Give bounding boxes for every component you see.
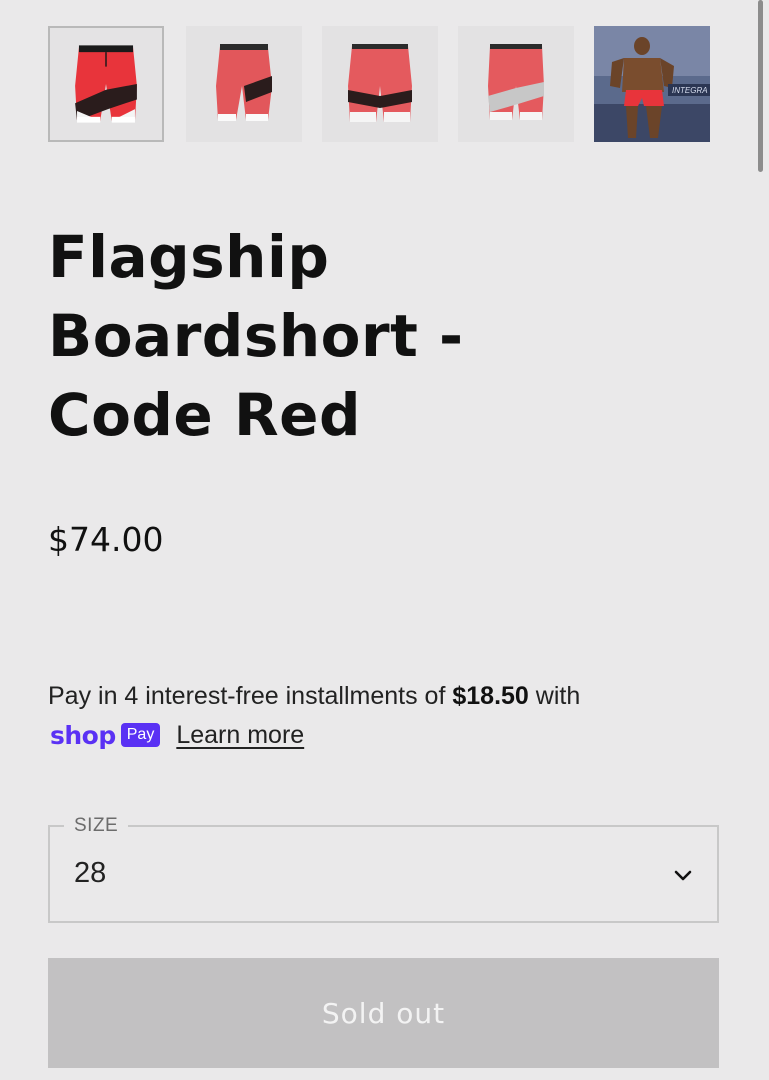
product-thumbnail-gallery: INTEGRA: [48, 26, 710, 144]
thumbnail-side-view[interactable]: [186, 26, 302, 142]
shorts-back-image: [348, 44, 412, 122]
photo-banner-text: INTEGRA: [672, 86, 708, 95]
installment-amount: $18.50: [452, 682, 529, 710]
thumbnail-athlete-photo[interactable]: INTEGRA: [594, 26, 710, 142]
thumbnail-front-view[interactable]: [48, 26, 164, 142]
shop-pay-logo: shop: [50, 720, 116, 750]
shop-pay-badge: Pay: [120, 723, 161, 747]
installments-suffix: with: [528, 682, 581, 710]
shop-pay-row: shop Pay Learn more: [50, 717, 304, 753]
shorts-side-image: [216, 44, 272, 121]
thumbnail-three-quarter-view[interactable]: [458, 26, 574, 142]
installments-prefix: Pay in 4 interest-free installments of: [48, 682, 453, 710]
installments-message: Pay in 4 interest-free installments of $…: [48, 676, 728, 716]
size-label: SIZE: [64, 815, 129, 837]
shorts-front-image: [75, 45, 137, 123]
product-title: Flagship Boardshort - Code Red: [48, 218, 608, 455]
product-title-line-2: Boardshort -: [48, 302, 464, 370]
page-scrollbar[interactable]: [758, 0, 763, 172]
thumbnail-back-view[interactable]: [322, 26, 438, 142]
sold-out-button[interactable]: Sold out: [48, 958, 719, 1068]
product-title-line-3: Code Red: [48, 381, 361, 449]
shorts-angle-image: [488, 44, 544, 120]
size-select[interactable]: SIZE 28: [48, 815, 719, 923]
learn-more-link[interactable]: Learn more: [176, 721, 304, 750]
product-price: $74.00: [48, 520, 164, 559]
size-selected-value: 28: [74, 857, 107, 889]
chevron-down-icon: [674, 870, 692, 881]
product-title-line-1: Flagship: [48, 223, 330, 291]
athlete-photo-image: INTEGRA: [594, 26, 710, 142]
